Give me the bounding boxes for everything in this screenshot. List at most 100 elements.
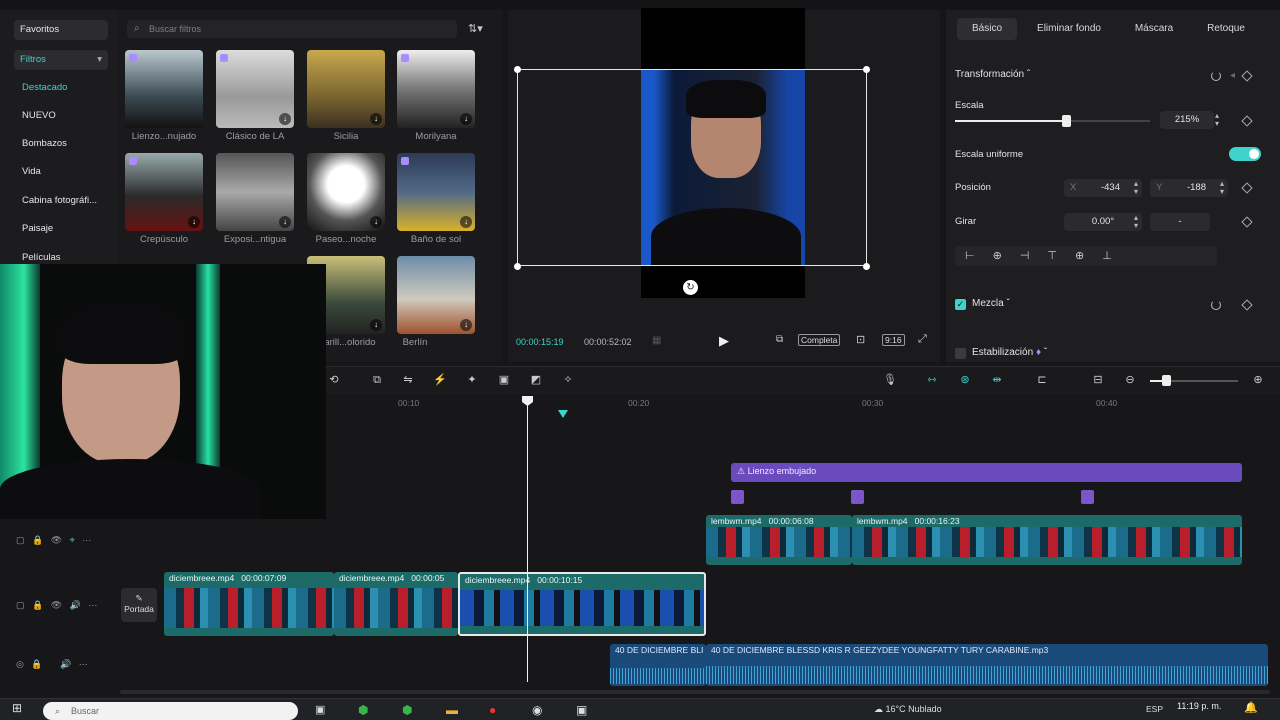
download-icon[interactable]: ↓ bbox=[279, 216, 291, 228]
tab-mascara[interactable]: Máscara bbox=[1124, 18, 1184, 40]
align-middle-icon[interactable]: ⊕ bbox=[1075, 250, 1102, 262]
filter-thumb-2[interactable]: ↓ bbox=[216, 50, 294, 128]
stepper-icon[interactable]: ▴ ▾ bbox=[1134, 214, 1138, 230]
effect-keyframe[interactable] bbox=[731, 490, 744, 504]
position-y-field[interactable]: Y -188 ▴ ▾ bbox=[1150, 179, 1228, 197]
download-icon[interactable]: ↓ bbox=[460, 113, 472, 125]
resize-handle-tl[interactable] bbox=[514, 66, 521, 73]
download-icon[interactable]: ↓ bbox=[460, 319, 472, 331]
main-track-controls[interactable]: ▢ 🔒 👁 🔊 ⋯ bbox=[16, 600, 97, 611]
taskbar-search[interactable]: ⌕ Buscar bbox=[43, 702, 298, 720]
mask-icon[interactable]: ◩ bbox=[529, 374, 543, 386]
screenshot-icon[interactable]: ⊡ bbox=[856, 333, 865, 346]
stepper-icon[interactable]: ▴ ▾ bbox=[1134, 180, 1138, 196]
app-icon-2[interactable]: ⬢ bbox=[402, 703, 412, 717]
flip-button[interactable]: - bbox=[1150, 213, 1210, 231]
tab-basico[interactable]: Básico bbox=[957, 18, 1017, 40]
resize-handle-bl[interactable] bbox=[514, 263, 521, 270]
playhead-line[interactable] bbox=[527, 398, 528, 682]
resize-handle-tr[interactable] bbox=[863, 66, 870, 73]
filter-thumb-1[interactable] bbox=[125, 50, 203, 128]
play-icon[interactable]: ▶ bbox=[719, 333, 729, 349]
rotate-handle-icon[interactable]: ↻ bbox=[683, 280, 698, 295]
timeline-scrollbar[interactable] bbox=[120, 690, 1270, 694]
tab-retoque[interactable]: Retoque bbox=[1196, 18, 1256, 40]
filter-thumb-4[interactable]: ↓ bbox=[397, 50, 475, 128]
caption-icon[interactable]: ⊟ bbox=[1091, 374, 1105, 386]
position-x-field[interactable]: X -434 ▴ ▾ bbox=[1064, 179, 1142, 197]
audio-clip-2[interactable]: 40 DE DICIEMBRE BLESSD KRIS R GEEZYDEE Y… bbox=[706, 644, 1268, 686]
download-icon[interactable]: ↓ bbox=[460, 216, 472, 228]
nav-paisaje[interactable]: Paisaje bbox=[16, 219, 53, 239]
preview-axis-icon[interactable]: ⊏ bbox=[1035, 374, 1049, 386]
blend-section-title[interactable]: Mezcla ˇ bbox=[972, 298, 1010, 309]
uniform-scale-toggle[interactable] bbox=[1229, 147, 1261, 161]
windows-start-icon[interactable]: ⊞ bbox=[12, 701, 22, 715]
main-clip-3-selected[interactable]: diciembreee.mp4 00:00:10:15 bbox=[458, 572, 706, 636]
crop-icon[interactable]: ⧉ bbox=[776, 334, 783, 345]
reset-icon[interactable] bbox=[1211, 300, 1221, 310]
aspect-ratio-button[interactable]: 9:16 bbox=[882, 334, 905, 346]
nav-nuevo[interactable]: NUEVO bbox=[16, 106, 56, 126]
transform-section-title[interactable]: Transformación ˆ bbox=[955, 69, 1030, 80]
zoom-slider-handle[interactable] bbox=[1162, 375, 1171, 386]
rotate-field[interactable]: 0.00° ▴ ▾ bbox=[1064, 213, 1142, 231]
blend-checkbox[interactable]: ✓ bbox=[955, 299, 966, 310]
task-view-icon[interactable]: ▣ bbox=[315, 703, 325, 716]
filter-thumb-7[interactable]: ↓ bbox=[307, 153, 385, 231]
zoom-out-icon[interactable]: ⊖ bbox=[1123, 374, 1137, 386]
filter-thumb-6[interactable]: ↓ bbox=[216, 153, 294, 231]
magnet-icon[interactable]: ⊛ bbox=[958, 374, 972, 386]
overlay-clip-1[interactable]: lembwm.mp4 00:00:06:08 bbox=[706, 515, 852, 565]
clock[interactable]: 11:19 p. m. bbox=[1177, 701, 1221, 711]
download-icon[interactable]: ↓ bbox=[370, 113, 382, 125]
snap-icon[interactable]: ⇹ bbox=[990, 374, 1004, 386]
sort-filter-icon[interactable]: ⇅▾ bbox=[468, 22, 483, 35]
freeze-icon[interactable]: ⟲ bbox=[327, 374, 341, 386]
screen-icon[interactable]: ▣ bbox=[497, 374, 511, 386]
notification-icon[interactable]: 🔔 bbox=[1244, 701, 1258, 714]
align-center-icon[interactable]: ⊕ bbox=[993, 250, 1020, 262]
app-icon-4[interactable]: ◉ bbox=[532, 703, 542, 717]
download-icon[interactable]: ↓ bbox=[188, 216, 200, 228]
app-icon-1[interactable]: ⬢ bbox=[358, 703, 368, 717]
weather-widget[interactable]: ☁ 16°C Nublado bbox=[874, 704, 942, 715]
effect-keyframe[interactable] bbox=[851, 490, 864, 504]
zoom-in-icon[interactable]: ⊕ bbox=[1251, 374, 1265, 386]
stabil-checkbox[interactable] bbox=[955, 348, 966, 359]
main-clip-2[interactable]: diciembreee.mp4 00:00:05 bbox=[334, 572, 458, 636]
filter-thumb-3[interactable]: ↓ bbox=[307, 50, 385, 128]
capcut-icon[interactable]: ▣ bbox=[576, 703, 587, 717]
nav-filtros[interactable]: Filtros ▾ bbox=[14, 50, 108, 70]
align-top-icon[interactable]: ⊤ bbox=[1047, 250, 1075, 262]
link-icon[interactable]: ⇿ bbox=[925, 374, 939, 386]
stepper-icon[interactable]: ▴ ▾ bbox=[1220, 180, 1224, 196]
fullscreen-icon[interactable]: ⤢ bbox=[918, 333, 927, 346]
effect-clip[interactable]: ⚠ Lienzo embujado bbox=[731, 463, 1242, 482]
align-right-icon[interactable]: ⊣ bbox=[1020, 250, 1048, 262]
nav-bombazos[interactable]: Bombazos bbox=[16, 134, 67, 154]
transform-box[interactable] bbox=[517, 69, 867, 266]
language-indicator[interactable]: ESP bbox=[1146, 704, 1163, 714]
nav-destacado[interactable]: Destacado bbox=[16, 78, 67, 98]
microphone-icon[interactable]: 🎙 bbox=[883, 374, 897, 386]
cover-button[interactable]: ✎ Portada bbox=[121, 588, 157, 622]
prev-keyframe-icon[interactable]: ◂ bbox=[1230, 70, 1235, 81]
grid-icon[interactable]: ▦ bbox=[652, 335, 661, 346]
filter-thumb-10[interactable]: ↓ bbox=[397, 256, 475, 334]
tab-eliminar-fondo[interactable]: Eliminar fondo bbox=[1030, 18, 1108, 40]
effect-keyframe[interactable] bbox=[1081, 490, 1094, 504]
nav-favoritos[interactable]: Favoritos bbox=[14, 20, 108, 40]
main-clip-1[interactable]: diciembreee.mp4 00:00:07:09 bbox=[164, 572, 334, 636]
audio-clip-1[interactable]: 40 DE DICIEMBRE BLI bbox=[610, 644, 706, 686]
stepper-icon[interactable]: ▴ ▾ bbox=[1215, 112, 1219, 128]
overlay-track-controls[interactable]: ▢ 🔒 👁 ⌖ ⋯ bbox=[16, 535, 91, 546]
speed-icon[interactable]: ⚡ bbox=[433, 374, 447, 386]
filter-thumb-8[interactable]: ↓ bbox=[397, 153, 475, 231]
audio-track-controls[interactable]: ◎ 🔒 🔊 ⋯ bbox=[16, 659, 88, 670]
nav-vida[interactable]: Vida bbox=[16, 162, 41, 182]
filter-thumb-5[interactable]: ↓ bbox=[125, 153, 203, 231]
ai-icon[interactable]: ✧ bbox=[561, 374, 575, 386]
app-icon-3[interactable]: ● bbox=[489, 703, 496, 717]
download-icon[interactable]: ↓ bbox=[370, 216, 382, 228]
